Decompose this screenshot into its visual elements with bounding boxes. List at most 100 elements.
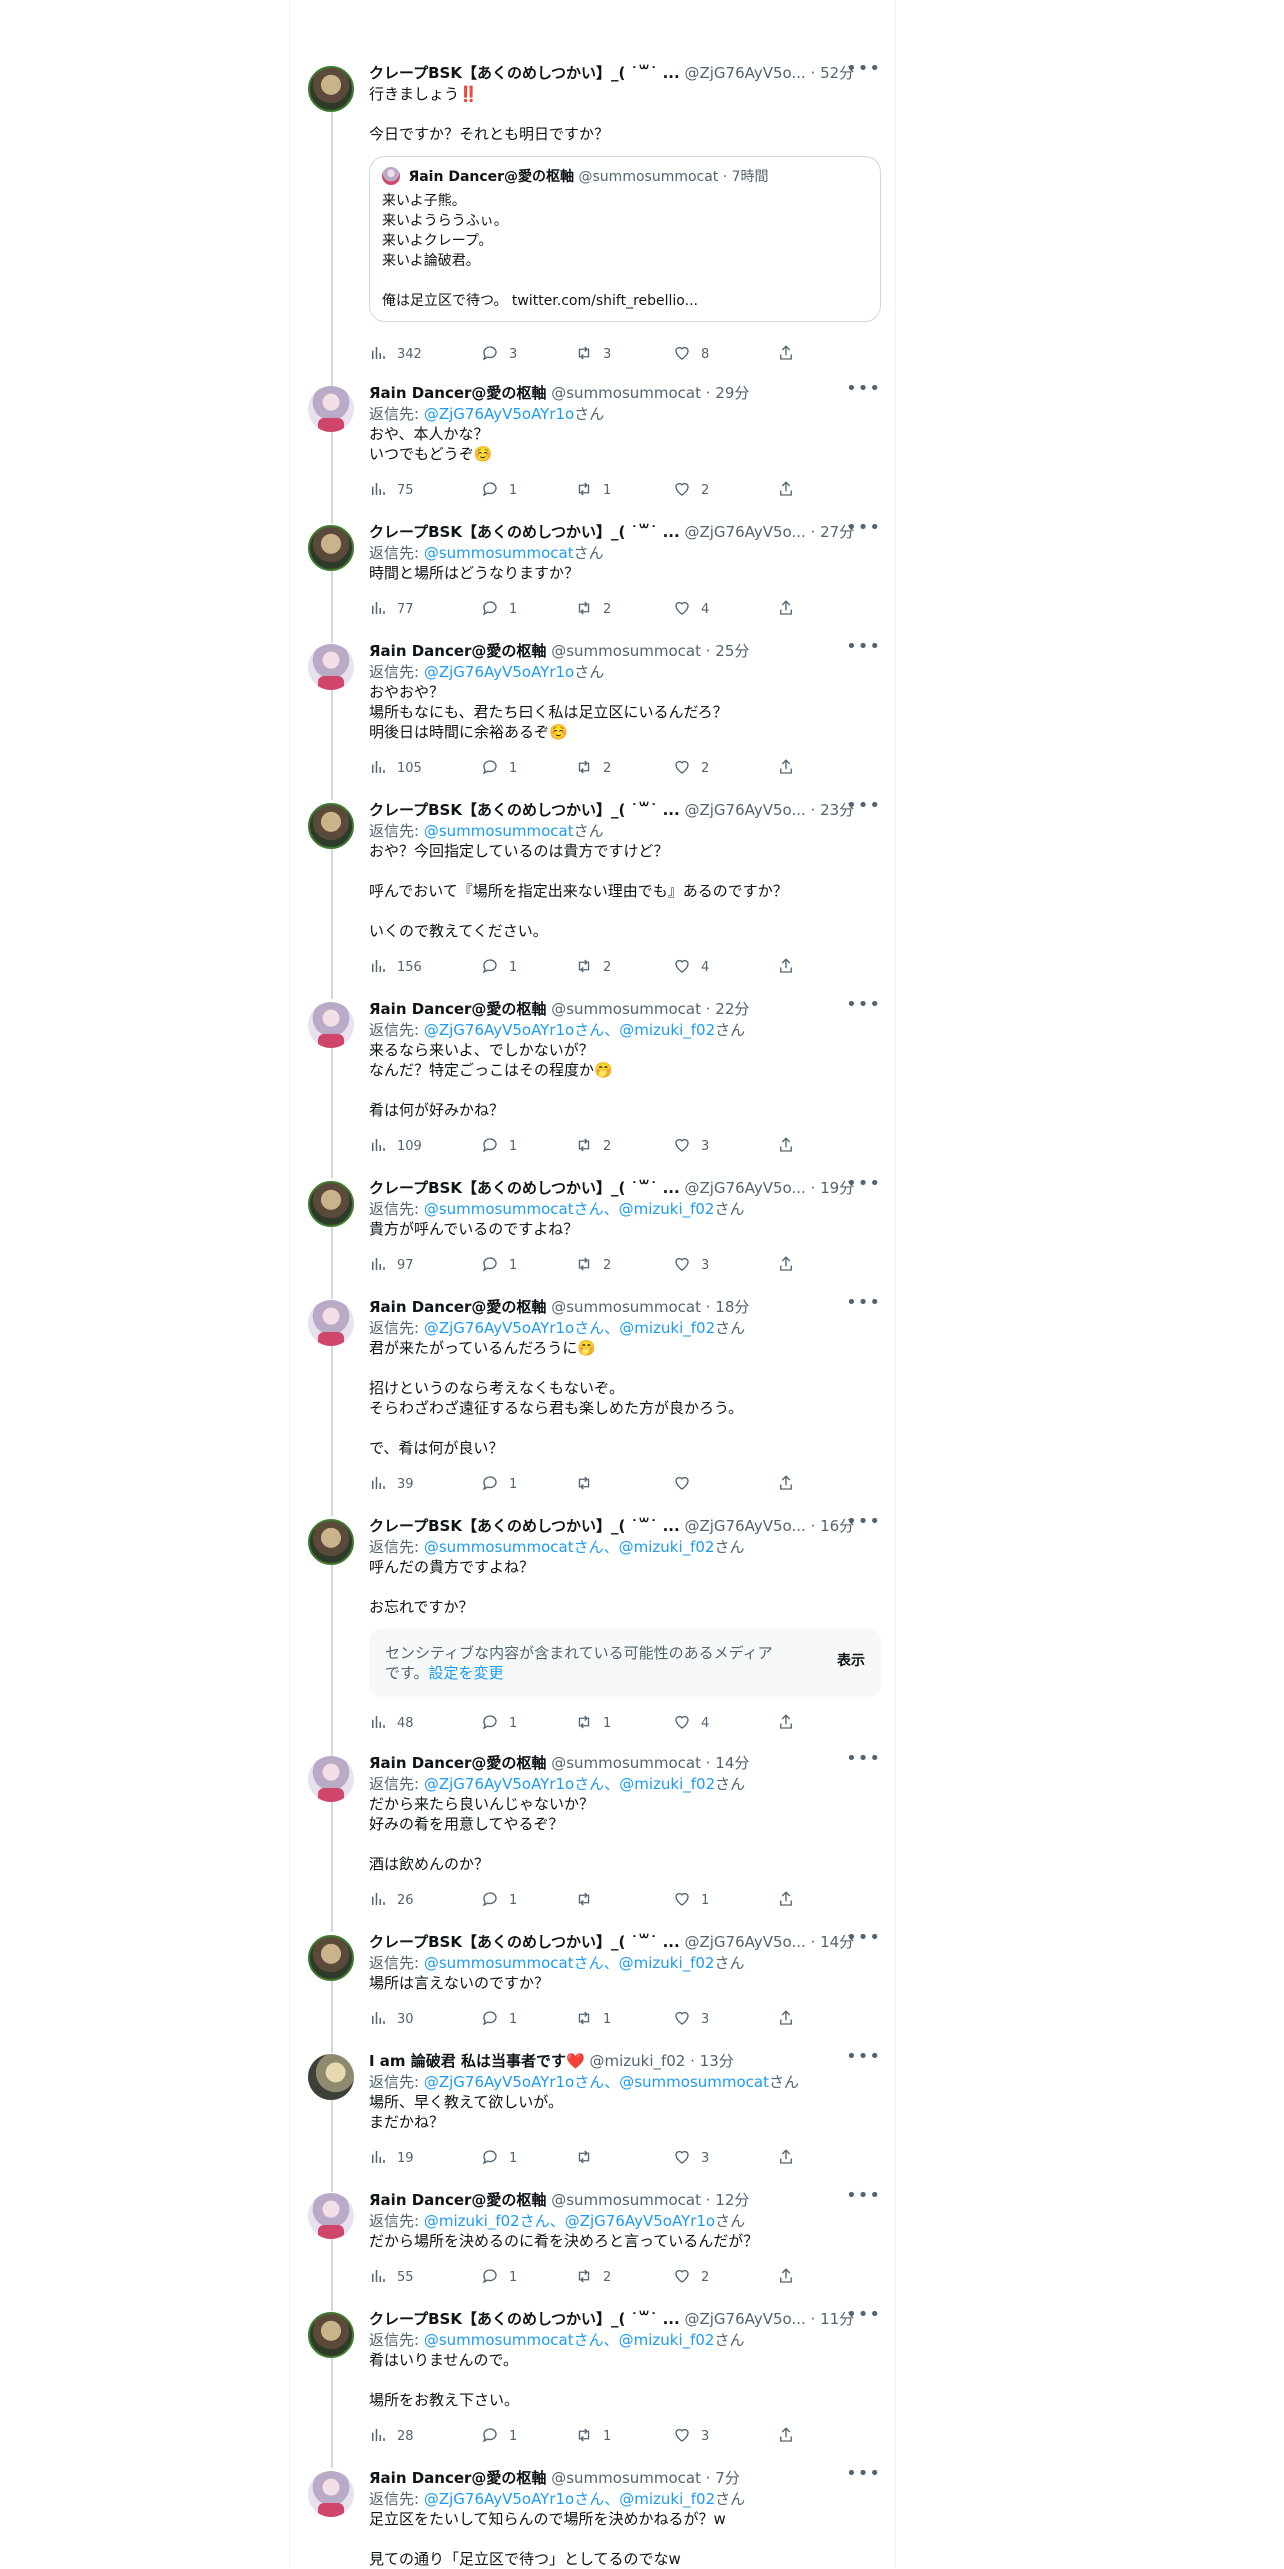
reply-button[interactable]: 1: [481, 758, 517, 778]
views-button[interactable]: 30: [369, 2009, 414, 2029]
avatar[interactable]: [308, 525, 354, 571]
author-name[interactable]: Яain Dancer@愛の枢軸: [369, 1000, 546, 1018]
retweet-button[interactable]: 2: [575, 1255, 611, 1275]
more-icon[interactable]: •••: [846, 2185, 881, 2206]
reply-to-link[interactable]: @mizuki_f02さん、@ZjG76AyV5oAYr1o: [424, 2212, 715, 2230]
reply-to-link[interactable]: @summosummocat: [424, 822, 574, 840]
reply-to-link[interactable]: @ZjG76AyV5oAYr1o: [424, 663, 574, 681]
author-name[interactable]: クレープBSK【あくのめしつかい】_( ˙꒳˙ ...: [369, 1179, 680, 1197]
author-name[interactable]: Яain Dancer@愛の枢軸: [369, 642, 546, 660]
like-button[interactable]: 8: [673, 344, 709, 364]
reply-button[interactable]: 1: [481, 1255, 517, 1275]
views-button[interactable]: 97: [369, 1255, 414, 1275]
author-handle[interactable]: @ZjG76AyV5o...: [684, 523, 805, 541]
more-icon[interactable]: •••: [846, 636, 881, 657]
reply-to-link[interactable]: @ZjG76AyV5oAYr1oさん、@mizuki_f02: [424, 1021, 715, 1039]
author-name[interactable]: Яain Dancer@愛の枢軸: [369, 2191, 546, 2209]
author-name[interactable]: クレープBSK【あくのめしつかい】_( ˙꒳˙ ...: [369, 1517, 680, 1535]
author-handle[interactable]: @summosummocat: [551, 384, 701, 402]
views-button[interactable]: 48: [369, 1713, 414, 1733]
avatar[interactable]: [308, 1181, 354, 1227]
share-button[interactable]: [777, 2009, 805, 2029]
like-button[interactable]: 4: [673, 599, 709, 619]
author-handle[interactable]: @summosummocat: [551, 2191, 701, 2209]
views-button[interactable]: 77: [369, 599, 414, 619]
reply-button[interactable]: 1: [481, 1136, 517, 1156]
views-button[interactable]: 28: [369, 2426, 414, 2446]
like-button[interactable]: 3: [673, 1255, 709, 1275]
author-name[interactable]: Яain Dancer@愛の枢軸: [369, 2469, 546, 2487]
like-button[interactable]: 3: [673, 2009, 709, 2029]
views-button[interactable]: 156: [369, 957, 422, 977]
retweet-button[interactable]: 1: [575, 2426, 611, 2446]
avatar[interactable]: [308, 1519, 354, 1565]
views-button[interactable]: 109: [369, 1136, 422, 1156]
author-handle[interactable]: @ZjG76AyV5o...: [684, 2310, 805, 2328]
share-button[interactable]: [777, 2426, 805, 2446]
timestamp[interactable]: · 13分: [690, 2052, 734, 2070]
avatar[interactable]: [308, 1935, 354, 1981]
views-button[interactable]: 39: [369, 1474, 414, 1494]
share-button[interactable]: [777, 1474, 805, 1494]
timestamp[interactable]: · 25分: [706, 642, 750, 660]
more-icon[interactable]: •••: [846, 2046, 881, 2067]
like-button[interactable]: 1: [673, 1890, 709, 1910]
avatar[interactable]: [308, 2471, 354, 2517]
reply-button[interactable]: 1: [481, 1890, 517, 1910]
reply-button[interactable]: 1: [481, 2148, 517, 2168]
like-button[interactable]: 2: [673, 2267, 709, 2287]
author-handle[interactable]: @ZjG76AyV5o...: [684, 1179, 805, 1197]
reply-to-link[interactable]: @summosummocatさん、@mizuki_f02: [424, 1954, 715, 1972]
reply-to-link[interactable]: @summosummocatさん、@mizuki_f02: [424, 2331, 715, 2349]
retweet-button[interactable]: 2: [575, 758, 611, 778]
reply-to-link[interactable]: @summosummocatさん、@mizuki_f02: [424, 1200, 715, 1218]
retweet-button[interactable]: 2: [575, 2267, 611, 2287]
avatar[interactable]: [308, 1300, 354, 1346]
views-button[interactable]: 342: [369, 344, 422, 364]
reply-button[interactable]: 1: [481, 480, 517, 500]
reply-to-link[interactable]: @ZjG76AyV5oAYr1oさん、@summosummocat: [424, 2073, 769, 2091]
author-handle[interactable]: @ZjG76AyV5o...: [684, 1517, 805, 1535]
views-button[interactable]: 19: [369, 2148, 414, 2168]
author-handle[interactable]: @ZjG76AyV5o...: [684, 1933, 805, 1951]
avatar[interactable]: [308, 2312, 354, 2358]
share-button[interactable]: [777, 758, 805, 778]
reply-to-link[interactable]: @summosummocat: [424, 544, 574, 562]
more-icon[interactable]: •••: [846, 1927, 881, 1948]
avatar[interactable]: [308, 386, 354, 432]
share-button[interactable]: [777, 1136, 805, 1156]
views-button[interactable]: 26: [369, 1890, 414, 1910]
share-button[interactable]: [777, 1255, 805, 1275]
author-name[interactable]: クレープBSK【あくのめしつかい】_( ˙꒳˙ ...: [369, 64, 680, 82]
author-name[interactable]: Яain Dancer@愛の枢軸: [369, 1754, 546, 1772]
reply-button[interactable]: 1: [481, 2426, 517, 2446]
timestamp[interactable]: · 12分: [706, 2191, 750, 2209]
share-button[interactable]: [777, 1713, 805, 1733]
author-handle[interactable]: @summosummocat: [551, 1000, 701, 1018]
author-name[interactable]: クレープBSK【あくのめしつかい】_( ˙꒳˙ ...: [369, 801, 680, 819]
avatar[interactable]: [308, 1756, 354, 1802]
retweet-button[interactable]: 1: [575, 480, 611, 500]
retweet-button[interactable]: 2: [575, 599, 611, 619]
retweet-button[interactable]: 3: [575, 344, 611, 364]
share-button[interactable]: [777, 344, 805, 364]
share-button[interactable]: [777, 2267, 805, 2287]
reply-button[interactable]: 3: [481, 344, 517, 364]
share-button[interactable]: [777, 957, 805, 977]
change-settings-link[interactable]: 設定を変更: [429, 1664, 504, 1682]
timestamp[interactable]: · 14分: [706, 1754, 750, 1772]
avatar[interactable]: [308, 1002, 354, 1048]
reply-button[interactable]: 1: [481, 599, 517, 619]
retweet-button[interactable]: [575, 2148, 603, 2168]
retweet-button[interactable]: [575, 1890, 603, 1910]
share-button[interactable]: [777, 2148, 805, 2168]
author-handle[interactable]: @summosummocat: [551, 1298, 701, 1316]
reply-button[interactable]: 1: [481, 1474, 517, 1494]
timestamp[interactable]: · 29分: [706, 384, 750, 402]
like-button[interactable]: 4: [673, 957, 709, 977]
more-icon[interactable]: •••: [846, 795, 881, 816]
timestamp[interactable]: · 18分: [706, 1298, 750, 1316]
share-button[interactable]: [777, 599, 805, 619]
like-button[interactable]: [673, 1474, 701, 1494]
more-icon[interactable]: •••: [846, 58, 881, 79]
